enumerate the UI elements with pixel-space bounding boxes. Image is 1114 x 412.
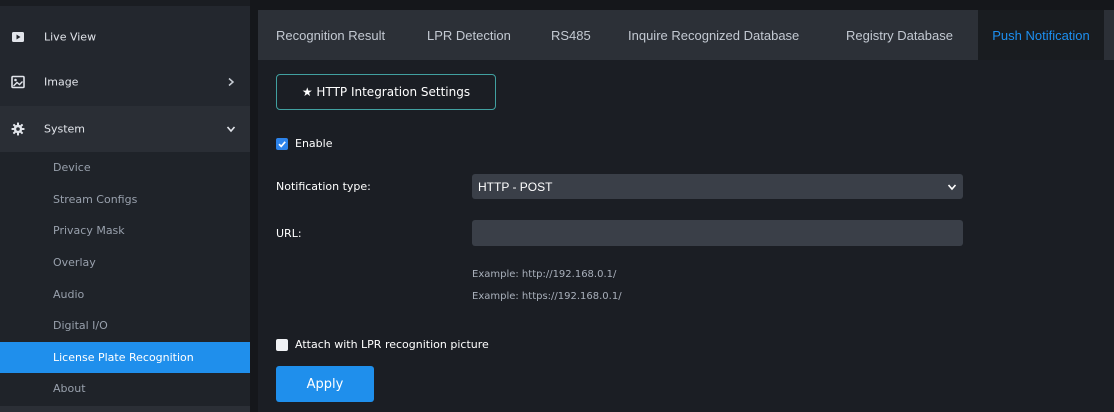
image-icon xyxy=(11,75,25,89)
chevron-down-icon xyxy=(226,124,236,134)
notification-type-label: Notification type: xyxy=(276,180,371,193)
video-icon xyxy=(11,30,25,44)
tab-push-notification[interactable]: Push Notification xyxy=(978,10,1104,60)
sidebar: Live View Image System Device Stream Con… xyxy=(0,0,250,412)
subitem-label: Device xyxy=(53,161,91,175)
subitem-label: Privacy Mask xyxy=(53,224,125,238)
tab-registry-database[interactable]: Registry Database xyxy=(846,10,953,60)
sidebar-subitem-license-plate-recognition[interactable]: License Plate Recognition xyxy=(0,341,250,374)
subitem-label: Overlay xyxy=(53,256,96,270)
sidebar-item-label: Live View xyxy=(44,30,97,44)
subitem-label: Digital I/O xyxy=(53,319,108,333)
tab-bar: Recognition Result LPR Detection RS485 I… xyxy=(258,10,1114,60)
chevron-down-icon xyxy=(947,182,957,192)
enable-checkbox[interactable] xyxy=(276,138,288,150)
checkmark-icon xyxy=(278,141,286,148)
push-notification-panel: ★ HTTP Integration Settings Enable Notif… xyxy=(258,60,1114,412)
sidebar-item-label: System xyxy=(44,122,86,136)
enable-label: Enable xyxy=(295,137,333,150)
sidebar-subitem-about[interactable]: About xyxy=(0,373,250,405)
tab-rs485[interactable]: RS485 xyxy=(551,10,591,60)
sidebar-item-label: Image xyxy=(44,75,79,89)
tabs-top-edge xyxy=(258,0,1114,10)
vertical-divider xyxy=(250,0,258,412)
gear-icon xyxy=(11,122,25,136)
sidebar-subitem-digital-io[interactable]: Digital I/O xyxy=(0,310,250,342)
http-integration-settings-button[interactable]: ★ HTTP Integration Settings xyxy=(276,74,496,110)
sidebar-top-edge xyxy=(0,0,250,6)
attach-lpr-picture-checkbox[interactable] xyxy=(276,339,288,351)
tab-inquire-recognized-database[interactable]: Inquire Recognized Database xyxy=(628,10,799,60)
chevron-right-icon xyxy=(226,77,236,87)
sidebar-subitem-device[interactable]: Device xyxy=(0,152,250,184)
example-http: Example: http://192.168.0.1/ xyxy=(472,269,617,280)
url-label: URL: xyxy=(276,227,302,240)
subitem-label: About xyxy=(53,382,86,396)
sidebar-subitem-stream-configs[interactable]: Stream Configs xyxy=(0,184,250,216)
attach-lpr-picture-label: Attach with LPR recognition picture xyxy=(295,338,489,351)
sidebar-subitem-privacy-mask[interactable]: Privacy Mask xyxy=(0,215,250,247)
system-submenu: Device Stream Configs Privacy Mask Overl… xyxy=(0,152,250,406)
tab-lpr-detection[interactable]: LPR Detection xyxy=(427,10,511,60)
sidebar-item-image[interactable]: Image xyxy=(0,59,250,105)
subitem-label: Audio xyxy=(53,287,85,301)
url-input[interactable] xyxy=(472,220,963,246)
sidebar-bottom-edge xyxy=(0,406,250,412)
subitem-label: Stream Configs xyxy=(53,192,138,206)
example-https: Example: https://192.168.0.1/ xyxy=(472,291,622,302)
sidebar-item-system[interactable]: System xyxy=(0,106,250,152)
subitem-label: License Plate Recognition xyxy=(53,350,194,364)
tab-recognition-result[interactable]: Recognition Result xyxy=(276,10,385,60)
notification-type-select[interactable]: HTTP - POST xyxy=(472,174,963,199)
sidebar-subitem-overlay[interactable]: Overlay xyxy=(0,247,250,279)
notification-type-value: HTTP - POST xyxy=(478,179,553,194)
apply-button[interactable]: Apply xyxy=(276,366,374,402)
sidebar-item-live-view[interactable]: Live View xyxy=(0,14,250,60)
sidebar-subitem-audio[interactable]: Audio xyxy=(0,278,250,310)
